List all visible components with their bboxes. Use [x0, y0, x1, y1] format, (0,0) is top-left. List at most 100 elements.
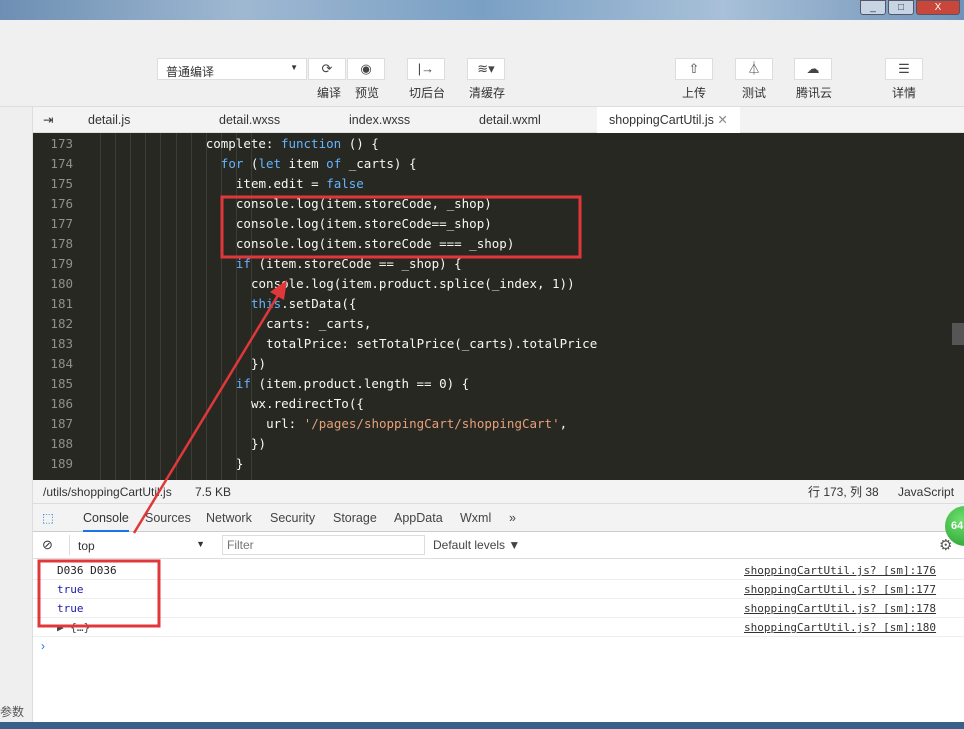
code-line: console.log(item.storeCode==_shop): [236, 216, 492, 231]
line-number: 175: [50, 176, 73, 191]
editor-tabs: ⇥ detail.js detail.wxss index.wxss detai…: [33, 107, 964, 133]
context-select[interactable]: top ▼: [69, 535, 209, 555]
tab-detail-js[interactable]: detail.js: [88, 107, 130, 133]
console-row: true shoppingCartUtil.js? [sm]:178: [33, 599, 964, 618]
indent-guide: [220, 133, 222, 480]
line-number: 187: [50, 416, 73, 431]
eye-icon: ◉: [360, 61, 372, 76]
filter-input[interactable]: [222, 535, 425, 555]
line-number: 184: [50, 356, 73, 371]
close-tab-icon[interactable]: ✕: [717, 113, 727, 127]
language-mode[interactable]: JavaScript: [898, 480, 954, 504]
line-number: 180: [50, 276, 73, 291]
chevron-down-icon: ▼: [290, 63, 298, 72]
toggle-sidebar-icon[interactable]: ⇥: [43, 107, 53, 133]
minimize-button[interactable]: _: [860, 0, 886, 15]
background-button[interactable]: |→: [407, 58, 445, 80]
console-source-link[interactable]: shoppingCartUtil.js? [sm]:176: [744, 561, 936, 580]
tab-sources[interactable]: Sources: [145, 504, 191, 532]
more-tabs-button[interactable]: »: [509, 504, 516, 532]
tab-detail-wxml[interactable]: detail.wxml: [479, 107, 541, 133]
console-source-link[interactable]: shoppingCartUtil.js? [sm]:178: [744, 599, 936, 618]
tab-index-wxss[interactable]: index.wxss: [349, 107, 410, 133]
tab-console[interactable]: Console: [83, 504, 129, 532]
cursor-position: 行 173, 列 38: [808, 485, 879, 499]
tab-network[interactable]: Network: [206, 504, 252, 532]
line-number: 173: [50, 136, 73, 151]
compile-mode-value: 普通编译: [166, 65, 215, 79]
upload-button[interactable]: ⇧: [675, 58, 713, 80]
code-line: if (item.storeCode == _shop) {: [236, 256, 462, 271]
console-source-link[interactable]: shoppingCartUtil.js? [sm]:180: [744, 618, 936, 637]
clear-console-icon[interactable]: ⊘: [42, 537, 53, 553]
background-icon: |→: [417, 61, 435, 76]
indent-guide: [145, 133, 147, 480]
test-label: 测试: [741, 86, 766, 100]
upload-icon: ⇧: [688, 61, 700, 76]
close-window-button[interactable]: X: [916, 0, 960, 15]
os-taskbar: [0, 722, 964, 729]
code-token: carts: _carts,: [266, 316, 372, 331]
inspect-element-icon[interactable]: ⬚: [42, 504, 54, 532]
tab-security[interactable]: Security: [270, 504, 315, 532]
editor-scrollbar[interactable]: [952, 323, 964, 345]
code-line: totalPrice: setTotalPrice(_carts).totalP…: [266, 336, 597, 351]
line-number: 183: [50, 336, 73, 351]
console-message: D036 D036: [57, 564, 117, 577]
console-row: ▶ {…} shoppingCartUtil.js? [sm]:180: [33, 618, 964, 637]
indent-guide: [115, 133, 117, 480]
line-number: 176: [50, 196, 73, 211]
compile-button[interactable]: ⟳: [308, 58, 346, 80]
tencent-cloud-button[interactable]: ☁: [794, 58, 832, 80]
log-levels-select[interactable]: Default levels ▼: [433, 538, 520, 552]
console-prompt-icon[interactable]: ›: [41, 639, 45, 653]
code-line: console.log(item.storeCode, _shop): [236, 196, 492, 211]
code-token: '/pages/shoppingCart/shoppingCart': [303, 416, 560, 431]
details-button[interactable]: ☰: [885, 58, 923, 80]
tab-shoppingcartutil-js[interactable]: shoppingCartUtil.js ✕: [597, 107, 740, 133]
console-message[interactable]: ▶ {…}: [57, 618, 90, 637]
code-token: console.log(item.storeCode === _shop): [235, 236, 515, 251]
line-number: 189: [50, 456, 73, 471]
tab-wxml[interactable]: Wxml: [460, 504, 491, 532]
clear-cache-button[interactable]: ≋▾: [467, 58, 505, 80]
file-path: /utils/shoppingCartUtil.js: [43, 485, 172, 499]
context-value: top: [78, 539, 95, 553]
code-line: wx.redirectTo({: [251, 396, 364, 411]
code-editor[interactable]: 173 complete: function () {174 for (let it…: [33, 133, 964, 480]
maximize-button[interactable]: □: [888, 0, 914, 15]
code-line: }): [251, 356, 266, 371]
flask-icon: ⏃: [747, 61, 761, 76]
code-token: ,: [559, 416, 568, 431]
line-number: 185: [50, 376, 73, 391]
tab-storage[interactable]: Storage: [333, 504, 377, 532]
menu-icon: ☰: [898, 61, 910, 76]
code-token: _carts) {: [341, 156, 417, 171]
tab-appdata[interactable]: AppData: [394, 504, 443, 532]
code-token: (item.storeCode == _shop) {: [250, 256, 462, 271]
clear-cache-label: 清缓存: [468, 86, 505, 100]
chevron-down-icon: ▼: [196, 539, 205, 549]
code-line: console.log(item.product.splice(_index, …: [251, 276, 575, 291]
code-line: url: '/pages/shoppingCart/shoppingCart',: [266, 416, 567, 431]
code-token: of: [326, 156, 342, 171]
code-token: let: [258, 156, 282, 171]
preview-button[interactable]: ◉: [347, 58, 385, 80]
compile-mode-select[interactable]: 普通编译 ▼: [157, 58, 307, 80]
console-message: true: [57, 602, 84, 615]
code-line: }): [251, 436, 266, 451]
indent-guide: [160, 133, 162, 480]
tab-label: shoppingCartUtil.js: [609, 113, 714, 127]
tab-detail-wxss[interactable]: detail.wxss: [219, 107, 280, 133]
console-row: D036 D036 shoppingCartUtil.js? [sm]:176: [33, 561, 964, 580]
code-token: }): [251, 436, 267, 451]
code-token: complete:: [205, 136, 281, 151]
upload-label: 上传: [681, 86, 706, 100]
console-source-link[interactable]: shoppingCartUtil.js? [sm]:177: [744, 580, 936, 599]
code-token: for: [220, 156, 244, 171]
console-filter-bar: ⊘ top▼ Default levels ▼ ⚙: [33, 532, 964, 559]
status-bar: /utils/shoppingCartUtil.js 7.5 KB 行 173,…: [33, 480, 964, 504]
test-button[interactable]: ⏃: [735, 58, 773, 80]
indent-guide: [100, 133, 101, 480]
line-number: 186: [50, 396, 73, 411]
